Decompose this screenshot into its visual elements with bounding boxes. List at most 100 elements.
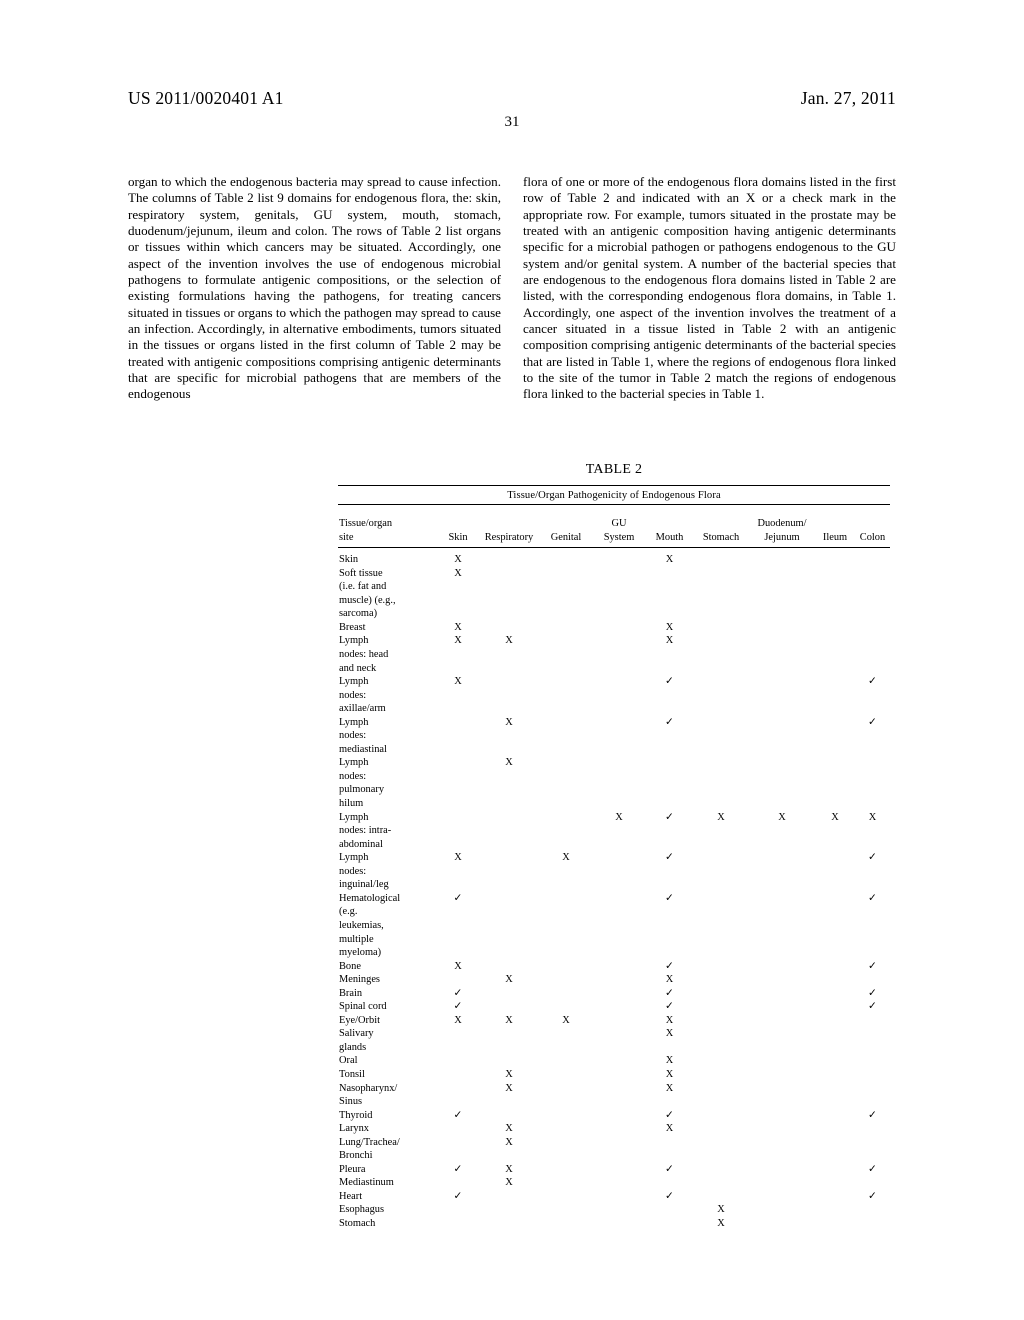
cell-empty	[540, 1190, 592, 1204]
x-icon: X	[615, 811, 623, 823]
cell-empty	[540, 1122, 592, 1136]
row-site-label: Salivary glands	[338, 1027, 438, 1054]
cell-empty	[749, 675, 815, 716]
x-icon: X	[505, 1082, 513, 1094]
cell-empty	[592, 973, 646, 987]
check-icon: ✓	[665, 1001, 674, 1013]
cell-mark: ✓	[855, 987, 890, 1001]
cell-empty	[540, 1000, 592, 1014]
cell-empty	[855, 1122, 890, 1136]
x-icon: X	[454, 960, 462, 972]
row-site-label: Lymph nodes: inguinal/leg	[338, 851, 438, 892]
site-line: Meninges	[339, 974, 380, 986]
x-icon: X	[505, 1068, 513, 1080]
site-line: nodes:	[339, 865, 367, 877]
cell-empty	[438, 1136, 478, 1163]
table-row: Lymph nodes: inguinal/leg X X ✓ ✓	[338, 851, 890, 892]
x-icon: X	[665, 1055, 674, 1067]
cell-empty	[540, 892, 592, 960]
check-icon: ✓	[665, 1163, 674, 1175]
cell-empty	[592, 675, 646, 716]
cell-empty	[592, 1122, 646, 1136]
cell-empty	[478, 1190, 540, 1204]
site-line: (e.g.	[339, 906, 358, 918]
cell-empty	[815, 621, 855, 635]
table-header-row: Tissue/organ site Skin Respiratory Genita…	[338, 517, 890, 548]
table-column-header-6: Stomach	[693, 517, 749, 548]
cell-empty	[815, 1109, 855, 1123]
cell-mark: X	[438, 675, 478, 716]
cell-empty	[592, 1054, 646, 1068]
cell-empty	[438, 973, 478, 987]
cell-empty	[540, 1068, 592, 1082]
cell-mark: X	[478, 1136, 540, 1163]
site-line: glands	[339, 1041, 367, 1053]
cell-empty	[438, 1082, 478, 1109]
x-icon: X	[505, 1163, 513, 1175]
cell-empty	[749, 716, 815, 757]
table-row: Nasopharynx/Sinus X X	[338, 1082, 890, 1109]
cell-mark: ✓	[438, 1163, 478, 1177]
header-line-1: Tissue/organ	[339, 518, 393, 529]
cell-empty	[693, 987, 749, 1001]
cell-empty	[815, 553, 855, 567]
cell-empty	[540, 1176, 592, 1190]
cell-empty	[478, 1027, 540, 1054]
table-row: Lymph nodes: mediastinal X ✓ ✓	[338, 716, 890, 757]
cell-empty	[815, 1068, 855, 1082]
cell-empty	[540, 567, 592, 621]
cell-empty	[815, 1082, 855, 1109]
row-site-label: Lung/Trachea/Bronchi	[338, 1136, 438, 1163]
cell-empty	[438, 811, 478, 852]
site-line: Lung/Trachea/	[339, 1136, 400, 1148]
header-line-2: Stomach	[702, 531, 740, 543]
header-line-1: GU	[611, 518, 627, 529]
row-site-label: Mediastinum	[338, 1176, 438, 1190]
publication-date: Jan. 27, 2011	[800, 88, 896, 108]
cell-empty	[815, 1027, 855, 1054]
cell-empty	[592, 621, 646, 635]
site-line: Nasopharynx/	[339, 1082, 398, 1094]
row-site-label: Stomach	[338, 1217, 438, 1231]
site-line: sarcoma)	[339, 608, 378, 620]
cell-mark: ✓	[438, 892, 478, 960]
header-line-1	[815, 517, 855, 531]
cell-empty	[855, 1217, 890, 1231]
cell-mark: X	[646, 1082, 693, 1109]
cell-mark: ✓	[646, 892, 693, 960]
header-line-2: System	[603, 531, 635, 543]
cell-empty	[540, 1163, 592, 1177]
row-site-label: Pleura	[338, 1163, 438, 1177]
x-icon: X	[454, 676, 462, 688]
cell-mark: ✓	[646, 1163, 693, 1177]
site-line: Bone	[339, 960, 361, 972]
row-site-label: Breast	[338, 621, 438, 635]
patent-page: US 2011/0020401 A1 Jan. 27, 2011 31 orga…	[0, 0, 1024, 1320]
cell-empty	[592, 1027, 646, 1054]
cell-empty	[815, 892, 855, 960]
cell-empty	[592, 1190, 646, 1204]
cell-empty	[438, 1217, 478, 1231]
cell-mark: ✓	[855, 675, 890, 716]
x-icon: X	[717, 1204, 725, 1216]
cell-empty	[815, 1217, 855, 1231]
table-row: Thyroid ✓ ✓ ✓	[338, 1109, 890, 1123]
row-site-label: Brain	[338, 987, 438, 1001]
header-line-1	[693, 517, 749, 531]
check-icon: ✓	[665, 852, 674, 864]
site-line: inguinal/leg	[339, 879, 389, 891]
site-line: nodes:	[339, 770, 367, 782]
table-row: Stomach X	[338, 1217, 890, 1231]
header-line-2: Respiratory	[484, 531, 534, 543]
cell-empty	[749, 1190, 815, 1204]
cell-empty	[815, 960, 855, 974]
cell-empty	[540, 1203, 592, 1217]
cell-empty	[855, 1068, 890, 1082]
cell-empty	[815, 1136, 855, 1163]
cell-mark: ✓	[438, 1000, 478, 1014]
cell-empty	[815, 1163, 855, 1177]
cell-empty	[438, 756, 478, 810]
site-line: Sinus	[339, 1096, 363, 1108]
row-site-label: Esophagus	[338, 1203, 438, 1217]
cell-empty	[540, 756, 592, 810]
